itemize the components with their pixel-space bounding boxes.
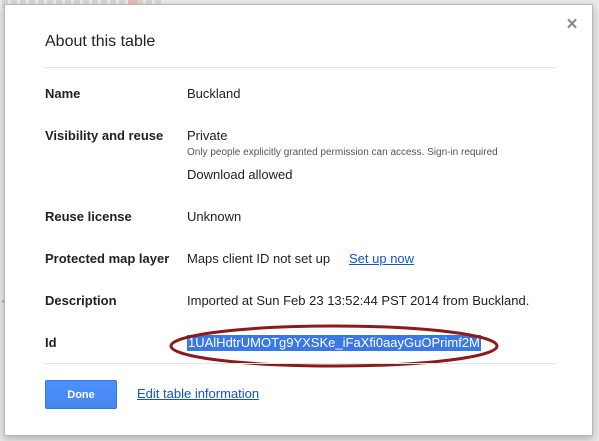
divider-bottom [45,363,555,364]
visibility-value: Private [187,128,228,143]
set-up-now-link[interactable]: Set up now [349,251,414,266]
name-label: Name [45,86,81,101]
license-label: Reuse license [45,209,132,224]
visibility-label: Visibility and reuse [45,128,164,143]
license-value: Unknown [187,209,242,224]
name-value: Buckland [187,86,241,101]
divider-top [45,67,555,68]
visibility-subtext: Only people explicitly granted permissio… [187,147,498,158]
dialog-title: About this table [45,33,156,50]
download-status: Download allowed [187,167,293,182]
map-layer-label: Protected map layer [45,251,170,266]
map-layer-value: Maps client ID not set up [187,251,331,266]
description-label: Description [45,293,117,308]
id-label: Id [45,335,57,350]
close-icon[interactable]: × [564,15,580,34]
about-table-dialog: × About this table Name Buckland Visibil… [4,4,593,436]
done-button[interactable]: Done [45,380,117,409]
edit-table-information-link[interactable]: Edit table information [137,386,259,401]
description-value: Imported at Sun Feb 23 13:52:44 PST 2014… [187,293,530,308]
